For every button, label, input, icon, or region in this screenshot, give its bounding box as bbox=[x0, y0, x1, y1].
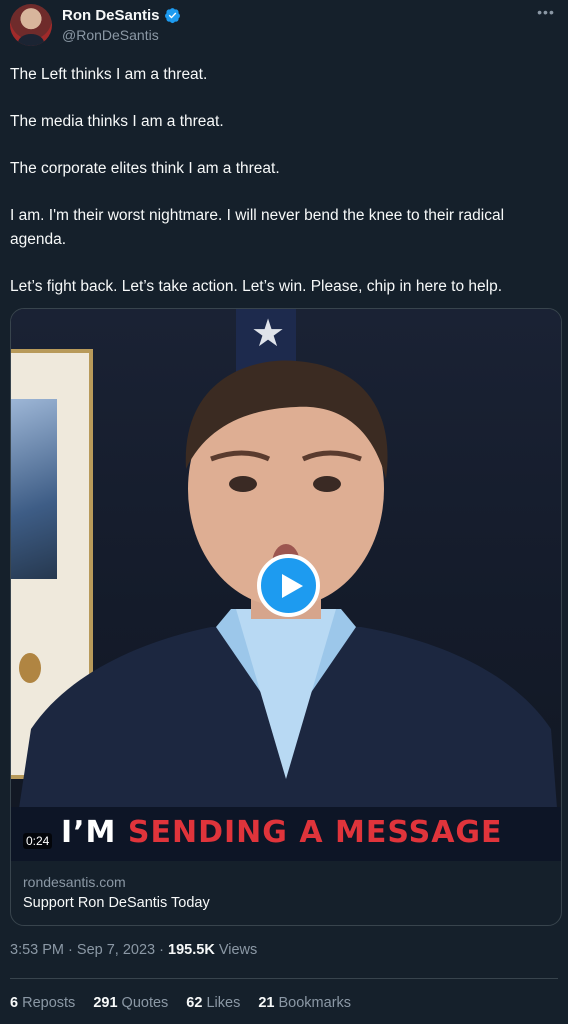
tweet-header: Ron DeSantis @RonDeSantis ••• bbox=[10, 4, 558, 46]
banner-text-red: SENDING A MESSAGE bbox=[127, 815, 503, 850]
tweet-paragraph: The Left thinks I am a threat. bbox=[10, 66, 208, 83]
play-button[interactable] bbox=[257, 554, 320, 617]
meta-separator: · bbox=[68, 942, 73, 958]
stat-reposts[interactable]: 6 Reposts bbox=[10, 995, 75, 1011]
link-card[interactable]: ★ I’M SENDING A MESSAGE 0:24 rondesantis… bbox=[10, 308, 562, 926]
stat-label: Reposts bbox=[22, 995, 76, 1011]
verified-badge-icon bbox=[164, 8, 180, 24]
banner-text-white: I’M bbox=[61, 815, 117, 850]
author-name-row: Ron DeSantis bbox=[62, 7, 181, 24]
divider bbox=[10, 978, 558, 979]
tweet-paragraph: The corporate elites think I am a threat… bbox=[10, 160, 280, 177]
engagement-stats: 6 Reposts 291 Quotes 62 Likes 21 Bookmar… bbox=[10, 995, 351, 1011]
link-domain: rondesantis.com bbox=[23, 874, 126, 890]
video-banner: I’M SENDING A MESSAGE bbox=[11, 807, 561, 861]
banner-text: I’M SENDING A MESSAGE bbox=[61, 815, 503, 850]
link-title: Support Ron DeSantis Today bbox=[23, 895, 210, 911]
more-icon[interactable]: ••• bbox=[536, 5, 556, 26]
tweet-paragraph: The media thinks I am a threat. bbox=[10, 113, 224, 130]
stat-label: Quotes bbox=[121, 995, 169, 1011]
views-count: 195.5K bbox=[168, 942, 215, 958]
link-info[interactable]: rondesantis.com Support Ron DeSantis Tod… bbox=[23, 872, 210, 914]
video-duration: 0:24 bbox=[23, 833, 53, 849]
views-label: Views bbox=[218, 942, 258, 958]
stat-bookmarks[interactable]: 21 Bookmarks bbox=[258, 995, 351, 1011]
tweet-meta: 3:53 PM · Sep 7, 2023 · 195.5K Views bbox=[10, 942, 257, 958]
stat-count: 21 bbox=[258, 995, 275, 1011]
stat-count: 62 bbox=[186, 995, 203, 1011]
tweet-text: The Left thinks I am a threat. The media… bbox=[10, 63, 558, 298]
video-player[interactable]: ★ I’M SENDING A MESSAGE 0:24 bbox=[11, 309, 561, 861]
tweet-paragraph: I am. I'm their worst nightmare. I will … bbox=[10, 207, 505, 248]
avatar[interactable] bbox=[10, 4, 52, 46]
author-handle[interactable]: @RonDeSantis bbox=[62, 27, 159, 43]
stat-quotes[interactable]: 291 Quotes bbox=[93, 995, 168, 1011]
stat-count: 6 bbox=[10, 995, 19, 1011]
stat-likes[interactable]: 62 Likes bbox=[186, 995, 240, 1011]
stat-label: Bookmarks bbox=[278, 995, 352, 1011]
stat-label: Likes bbox=[206, 995, 241, 1011]
play-icon bbox=[282, 574, 303, 598]
tweet-paragraph: Let’s fight back. Let’s take action. Let… bbox=[10, 277, 502, 295]
meta-separator: · bbox=[159, 942, 164, 958]
tweet-date[interactable]: Sep 7, 2023 bbox=[77, 942, 155, 958]
tweet-time[interactable]: 3:53 PM bbox=[10, 942, 64, 958]
stat-count: 291 bbox=[93, 995, 118, 1011]
author-display-name[interactable]: Ron DeSantis bbox=[62, 7, 160, 24]
